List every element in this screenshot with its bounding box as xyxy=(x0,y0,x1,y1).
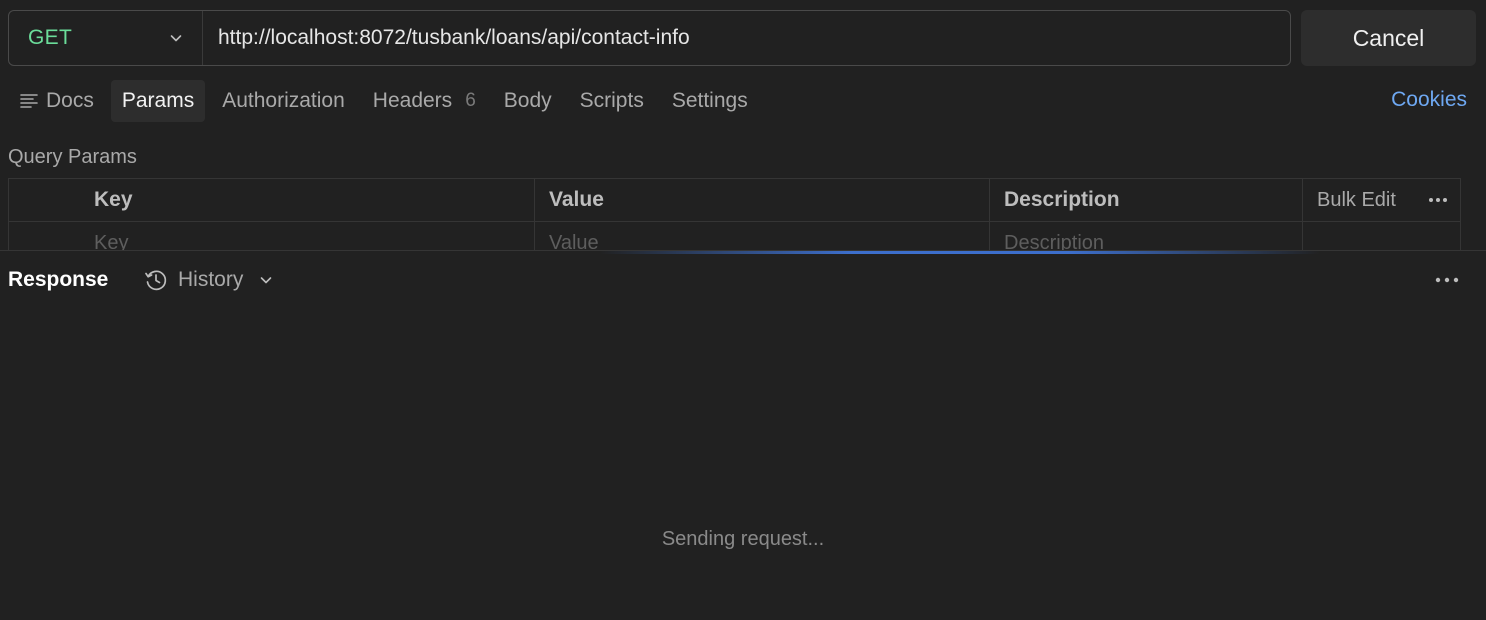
table-header-row: Key Value Description Bulk Edit xyxy=(9,179,1460,222)
url-input[interactable] xyxy=(203,11,1290,65)
sending-request-status: Sending request... xyxy=(661,528,825,550)
response-title: Response xyxy=(8,268,109,291)
query-params-table: Key Value Description Bulk Edit xyxy=(8,178,1461,250)
more-horizontal-icon[interactable] xyxy=(1426,188,1450,212)
headers-count-badge: 6 xyxy=(465,90,476,111)
tab-body-label: Body xyxy=(503,89,552,112)
tab-scripts-label: Scripts xyxy=(579,89,644,112)
description-input[interactable] xyxy=(1004,232,1302,250)
history-clock-icon xyxy=(145,270,167,291)
tab-authorization-label: Authorization xyxy=(222,89,345,112)
key-input[interactable] xyxy=(94,232,534,250)
request-workspace: GET Cancel Docs Params Authorization Hea… xyxy=(0,0,1486,620)
key-header-label: Key xyxy=(94,188,133,211)
tab-body[interactable]: Body xyxy=(493,80,563,122)
cookies-link[interactable]: Cookies xyxy=(1391,88,1467,112)
table-row xyxy=(9,222,1460,250)
more-horizontal-icon[interactable] xyxy=(1433,268,1461,292)
value-header-label: Value xyxy=(549,188,604,211)
tab-settings[interactable]: Settings xyxy=(661,80,759,122)
history-dropdown[interactable]: History xyxy=(143,264,274,296)
query-params-title: Query Params xyxy=(8,146,137,168)
loading-progress-bar xyxy=(600,251,1320,254)
method-selector[interactable]: GET xyxy=(9,11,203,65)
method-label: GET xyxy=(28,26,73,49)
request-tabs: Docs Params Authorization Headers 6 Body… xyxy=(8,80,765,122)
docs-lines-icon xyxy=(20,94,38,108)
drag-handle-column xyxy=(9,179,79,221)
drag-handle-cell xyxy=(9,222,79,250)
value-cell xyxy=(535,222,990,250)
tab-params[interactable]: Params xyxy=(110,80,206,122)
tab-settings-label: Settings xyxy=(671,89,748,112)
tab-headers[interactable]: Headers 6 xyxy=(362,80,487,122)
bulk-edit-button[interactable]: Bulk Edit xyxy=(1317,189,1396,212)
chevron-down-icon xyxy=(170,35,182,42)
tab-authorization[interactable]: Authorization xyxy=(211,80,356,122)
value-column-header: Value xyxy=(535,179,990,221)
description-column-header: Description xyxy=(990,179,1303,221)
description-cell xyxy=(990,222,1303,250)
tab-docs-label: Docs xyxy=(46,89,94,112)
value-input[interactable] xyxy=(549,232,989,250)
tab-params-label: Params xyxy=(121,89,195,112)
chevron-down-icon xyxy=(261,277,272,284)
tab-headers-label: Headers xyxy=(372,89,453,112)
request-bar: GET xyxy=(8,10,1291,66)
cancel-button[interactable]: Cancel xyxy=(1301,10,1476,66)
bulk-edit-cell: Bulk Edit xyxy=(1303,179,1460,221)
key-cell xyxy=(79,222,535,250)
description-header-label: Description xyxy=(1004,188,1120,211)
key-column-header: Key xyxy=(79,179,535,221)
row-actions-cell xyxy=(1303,222,1460,250)
tab-docs[interactable]: Docs xyxy=(8,80,105,122)
history-label: History xyxy=(178,268,244,291)
tab-scripts[interactable]: Scripts xyxy=(569,80,655,122)
